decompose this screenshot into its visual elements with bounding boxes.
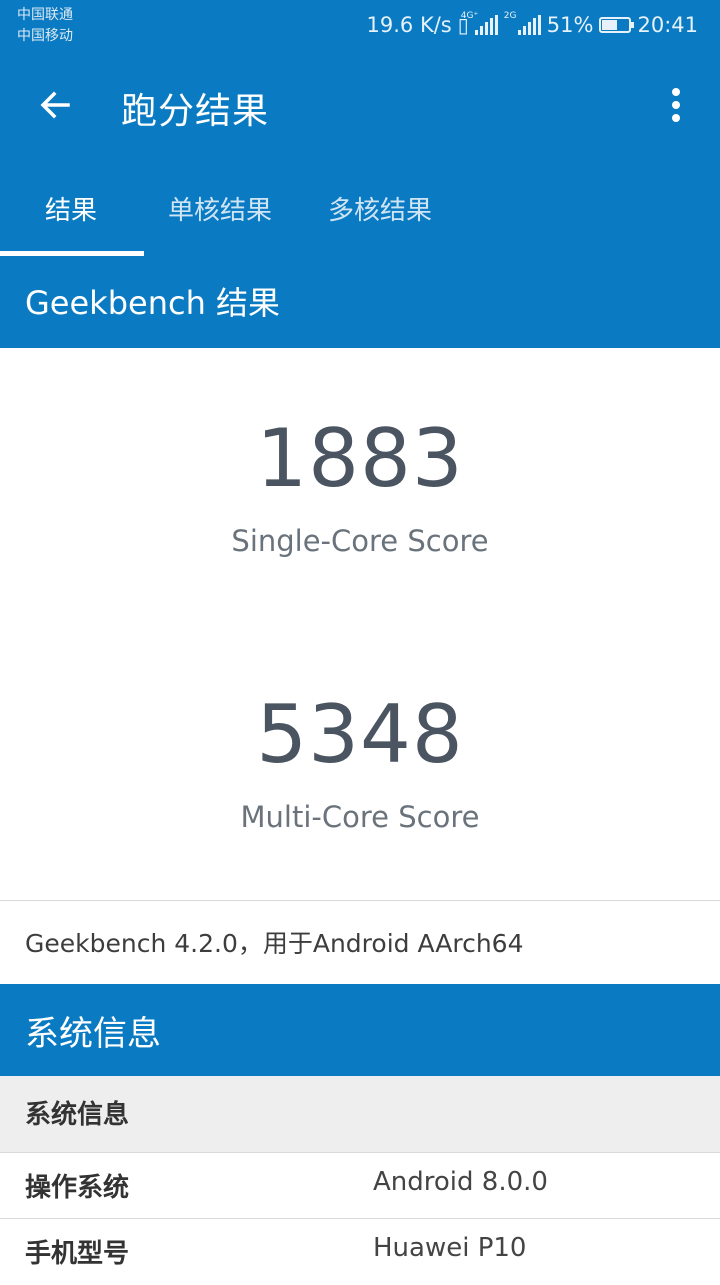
system-info-subheader: 系统信息: [0, 1076, 720, 1152]
system-section-title: 系统信息: [25, 1014, 161, 1054]
row-value-os: Android 8.0.0: [373, 1167, 548, 1197]
results-section-header: Geekbench 结果: [0, 256, 720, 348]
arrow-back-icon: [40, 91, 70, 119]
divider: [0, 900, 720, 901]
status-bar: 中国联通 中国移动 19.6 K/s ▯ 4G⁺ 2G 51% 20:41: [0, 0, 720, 50]
tab-bar: 结果 单核结果 多核结果: [0, 162, 720, 256]
carrier-name-1: 中国联通: [17, 7, 73, 23]
signal-icon-1: 4G⁺: [461, 11, 498, 35]
back-button[interactable]: [36, 85, 76, 125]
tab-multi-core[interactable]: 多核结果: [328, 190, 432, 227]
carrier-info: 中国联通 中国移动: [17, 5, 73, 47]
overflow-menu-button[interactable]: [664, 86, 688, 126]
network-speed: 19.6 K/s: [366, 13, 452, 37]
system-section-header: 系统信息: [0, 984, 720, 1076]
clock: 20:41: [637, 13, 698, 37]
single-core-label: Single-Core Score: [231, 524, 489, 558]
system-info-subheader-label: 系统信息: [25, 1100, 130, 1130]
row-value-model: Huawei P10: [373, 1233, 527, 1263]
version-info: Geekbench 4.2.0，用于Android AArch64: [25, 929, 524, 958]
battery-level-fill: [602, 20, 617, 30]
results-section-title: Geekbench 结果: [25, 284, 281, 322]
more-vert-icon: [672, 88, 680, 122]
status-icons: 19.6 K/s ▯ 4G⁺ 2G 51% 20:41: [367, 10, 698, 40]
signal-icon-2: 2G: [504, 11, 541, 35]
battery-percent: 51%: [546, 13, 594, 37]
row-key-model: 手机型号: [25, 1239, 130, 1269]
table-row: 手机型号 Huawei P10: [0, 1219, 720, 1285]
tab-single-core[interactable]: 单核结果: [168, 190, 272, 227]
app-bar: 跑分结果: [0, 50, 720, 162]
multi-core-score: 5348: [256, 688, 464, 781]
network-type-1: 4G⁺: [460, 11, 479, 21]
tab-results[interactable]: 结果: [45, 190, 97, 227]
table-row: 操作系统 Android 8.0.0: [0, 1153, 720, 1219]
page-title: 跑分结果: [121, 91, 270, 132]
single-core-score: 1883: [256, 412, 464, 505]
carrier-name-2: 中国移动: [17, 28, 73, 44]
network-type-2: 2G: [503, 11, 517, 21]
row-key-os: 操作系统: [25, 1173, 130, 1203]
battery-icon: [599, 17, 635, 33]
multi-core-label: Multi-Core Score: [240, 800, 480, 834]
